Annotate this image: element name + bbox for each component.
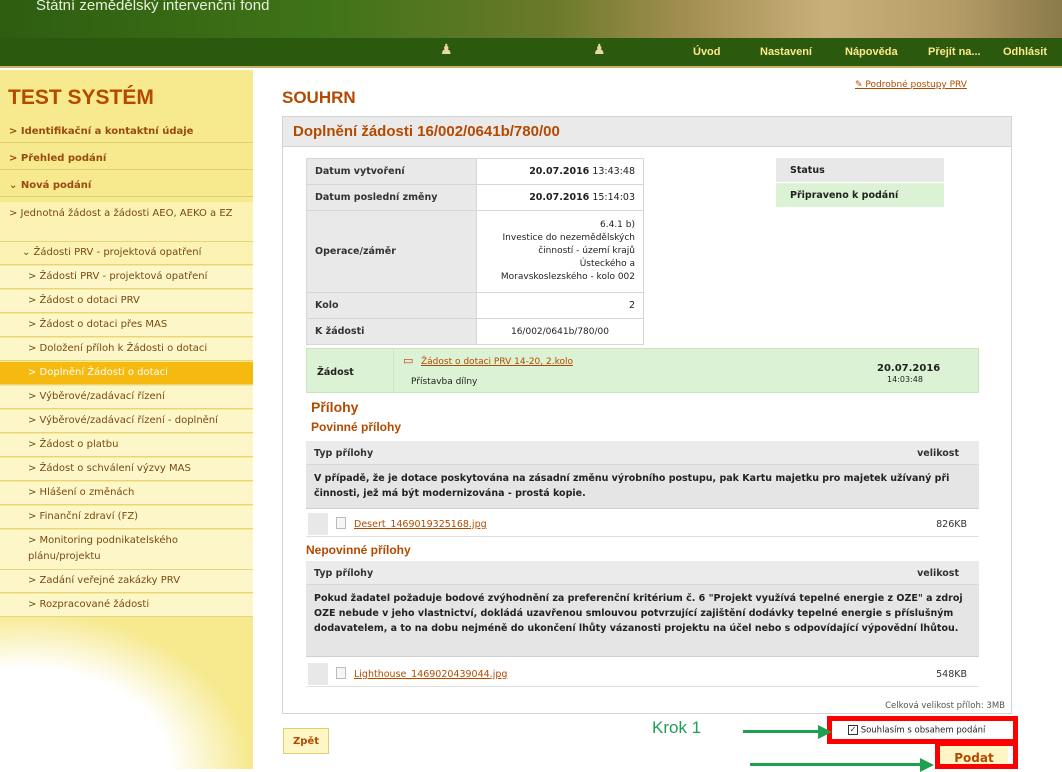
header-banner: Státní zemědělský intervenční fond: [0, 0, 1062, 38]
zadost-time: 14:03:48: [887, 375, 923, 384]
sidebar-item-zakazka[interactable]: > Zadání veřejné zakázky PRV: [0, 570, 253, 593]
pdf-icon: ▭: [403, 354, 414, 367]
sidebar-item-nova-podani[interactable]: ⌄ Nová podání: [0, 174, 253, 197]
nepovinne-heading: Nepovinné přílohy: [306, 543, 411, 557]
sidebar-item-prehled[interactable]: > Přehled podání: [0, 147, 253, 170]
zadost-divider: [393, 349, 394, 393]
arrow-head-icon: [818, 725, 832, 739]
back-button[interactable]: Zpět: [283, 728, 329, 754]
help-link-label: Podrobné postupy PRV: [865, 80, 967, 90]
highlight-submit: [935, 741, 1018, 769]
col-type: Typ přílohy: [314, 568, 374, 579]
sidebar-item-zadost-dotaci[interactable]: > Žádost o dotaci PRV: [0, 290, 253, 313]
sidebar-item-fz[interactable]: > Finanční zdraví (FZ): [0, 506, 253, 529]
status-value: Připraveno k podání: [776, 183, 944, 207]
file-size: 826KB: [936, 519, 967, 530]
nepovinne-header: Typ přílohy velikost: [306, 561, 979, 585]
info-value: 2: [476, 292, 644, 319]
file-icon: [336, 667, 346, 679]
sidebar-item-identifikacni[interactable]: > Identifikační a kontaktní údaje: [0, 120, 253, 143]
user-icon[interactable]: ♟: [593, 42, 606, 58]
sidebar-title: TEST SYSTÉM: [8, 86, 154, 109]
info-label: Datum poslední změny: [306, 184, 477, 211]
help-link[interactable]: ✎ Podrobné postupy PRV: [855, 80, 967, 90]
step2-arrow: [750, 763, 922, 766]
nav-prejit-na[interactable]: Přejít na...: [928, 46, 981, 58]
povinne-desc: V případě, že je dotace poskytována na z…: [306, 465, 979, 509]
file-icon: [336, 517, 346, 529]
povinne-header: Typ přílohy velikost: [306, 441, 979, 465]
info-label: K žádosti: [306, 318, 477, 345]
sidebar-item-prv[interactable]: > Žádosti PRV - projektová opatření: [0, 266, 253, 289]
sidebar-item-vyzva-mas[interactable]: > Žádost o schválení výzvy MAS: [0, 458, 253, 481]
status-label: Status: [776, 158, 944, 182]
nav-nastaveni[interactable]: Nastavení: [760, 46, 812, 58]
arrow-head-icon: [920, 758, 934, 772]
file-row: Lighthouse_1469020439044.jpg 548KB: [306, 661, 979, 687]
sidebar-item-vyberove[interactable]: > Výběrové/zadávací řízení: [0, 386, 253, 409]
info-label: Datum vytvoření: [306, 158, 477, 185]
step1-arrow: [743, 730, 821, 733]
zadost-date: 20.07.2016: [877, 363, 941, 374]
sidebar-item-hlaseni[interactable]: > Hlášení o změnách: [0, 482, 253, 505]
zadost-row: Žádost ▭ Žádost o dotaci PRV 14-20, 2.ko…: [306, 348, 979, 393]
page-title: SOUHRN: [282, 88, 356, 107]
brand-name: Státní zemědělský intervenční fond: [36, 0, 270, 14]
info-value: 20.07.2016 13:43:48: [476, 158, 644, 185]
info-value: 6.4.1 b) Investice do nezemědělských činno…: [476, 210, 644, 293]
nav-uvod[interactable]: Úvod: [693, 46, 721, 58]
zadost-sub: Přístavba dílny: [411, 377, 478, 387]
zadost-label: Žádost: [317, 367, 354, 378]
sidebar-item-jednotna-zadost[interactable]: > Jednotná žádost a žádosti AEO, AEKO a …: [0, 202, 253, 242]
nav-napoveda[interactable]: Nápověda: [845, 46, 898, 58]
info-label: Operace/záměr: [306, 210, 477, 293]
file-link[interactable]: Lighthouse_1469020439044.jpg: [354, 669, 507, 680]
nepovinne-desc: Pokud žadatel požaduje bodové zvýhodnění…: [306, 585, 979, 657]
highlight-consent: [827, 716, 1018, 744]
zadost-link[interactable]: Žádost o dotaci PRV 14-20, 2.kolo: [421, 357, 573, 367]
sidebar-item-vyberove-doplneni[interactable]: > Výběrové/zadávací řízení - doplnění: [0, 410, 253, 433]
info-value: 16/002/0641b/780/00: [476, 318, 644, 345]
info-table: Datum vytvoření 20.07.2016 13:43:48 Datum…: [306, 158, 644, 345]
step1-label: Krok 1: [652, 718, 702, 737]
prilohy-heading: Přílohy: [311, 399, 359, 415]
file-checkbox[interactable]: [308, 663, 328, 685]
file-size: 548KB: [936, 669, 967, 680]
sidebar-decoration: [0, 610, 253, 769]
nav-odhlasit[interactable]: Odhlásit: [1003, 46, 1047, 58]
col-size: velikost: [917, 568, 959, 579]
info-label: Kolo: [306, 292, 477, 319]
sidebar-item-prv-group[interactable]: ⌄ Žádosti PRV - projektová opatření: [0, 242, 253, 265]
info-value: 20.07.2016 15:14:03: [476, 184, 644, 211]
sidebar: TEST SYSTÉM > Identifikační a kontaktní …: [0, 70, 253, 769]
sidebar-item-dotaci-mas[interactable]: > Žádost o dotaci přes MAS: [0, 314, 253, 337]
help-icon: ✎: [855, 80, 866, 90]
total-size: Celková velikost příloh: 3MB: [885, 701, 1005, 711]
sidebar-item-dolozeni[interactable]: > Doložení příloh k Žádosti o dotaci: [0, 338, 253, 361]
sidebar-item-monitoring[interactable]: > Monitoring podnikatelského plánu/proje…: [0, 530, 253, 570]
col-type: Typ přílohy: [314, 448, 374, 459]
file-link[interactable]: Desert_1469019325168.jpg: [354, 519, 487, 530]
sidebar-item-doplneni[interactable]: > Doplnění Žádosti o dotaci: [0, 362, 253, 385]
sidebar-item-platba[interactable]: > Žádost o platbu: [0, 434, 253, 457]
file-checkbox[interactable]: [308, 513, 328, 535]
person-icon[interactable]: ♟: [440, 42, 453, 58]
povinne-heading: Povinné přílohy: [311, 420, 402, 434]
col-size: velikost: [917, 448, 959, 459]
top-nav: ♟ ♟ Úvod Nastavení Nápověda Přejít na...…: [0, 38, 1062, 68]
file-row: Desert_1469019325168.jpg 826KB: [306, 511, 979, 537]
box-title: Doplnění žádosti 16/002/0641b/780/00: [283, 117, 1011, 147]
